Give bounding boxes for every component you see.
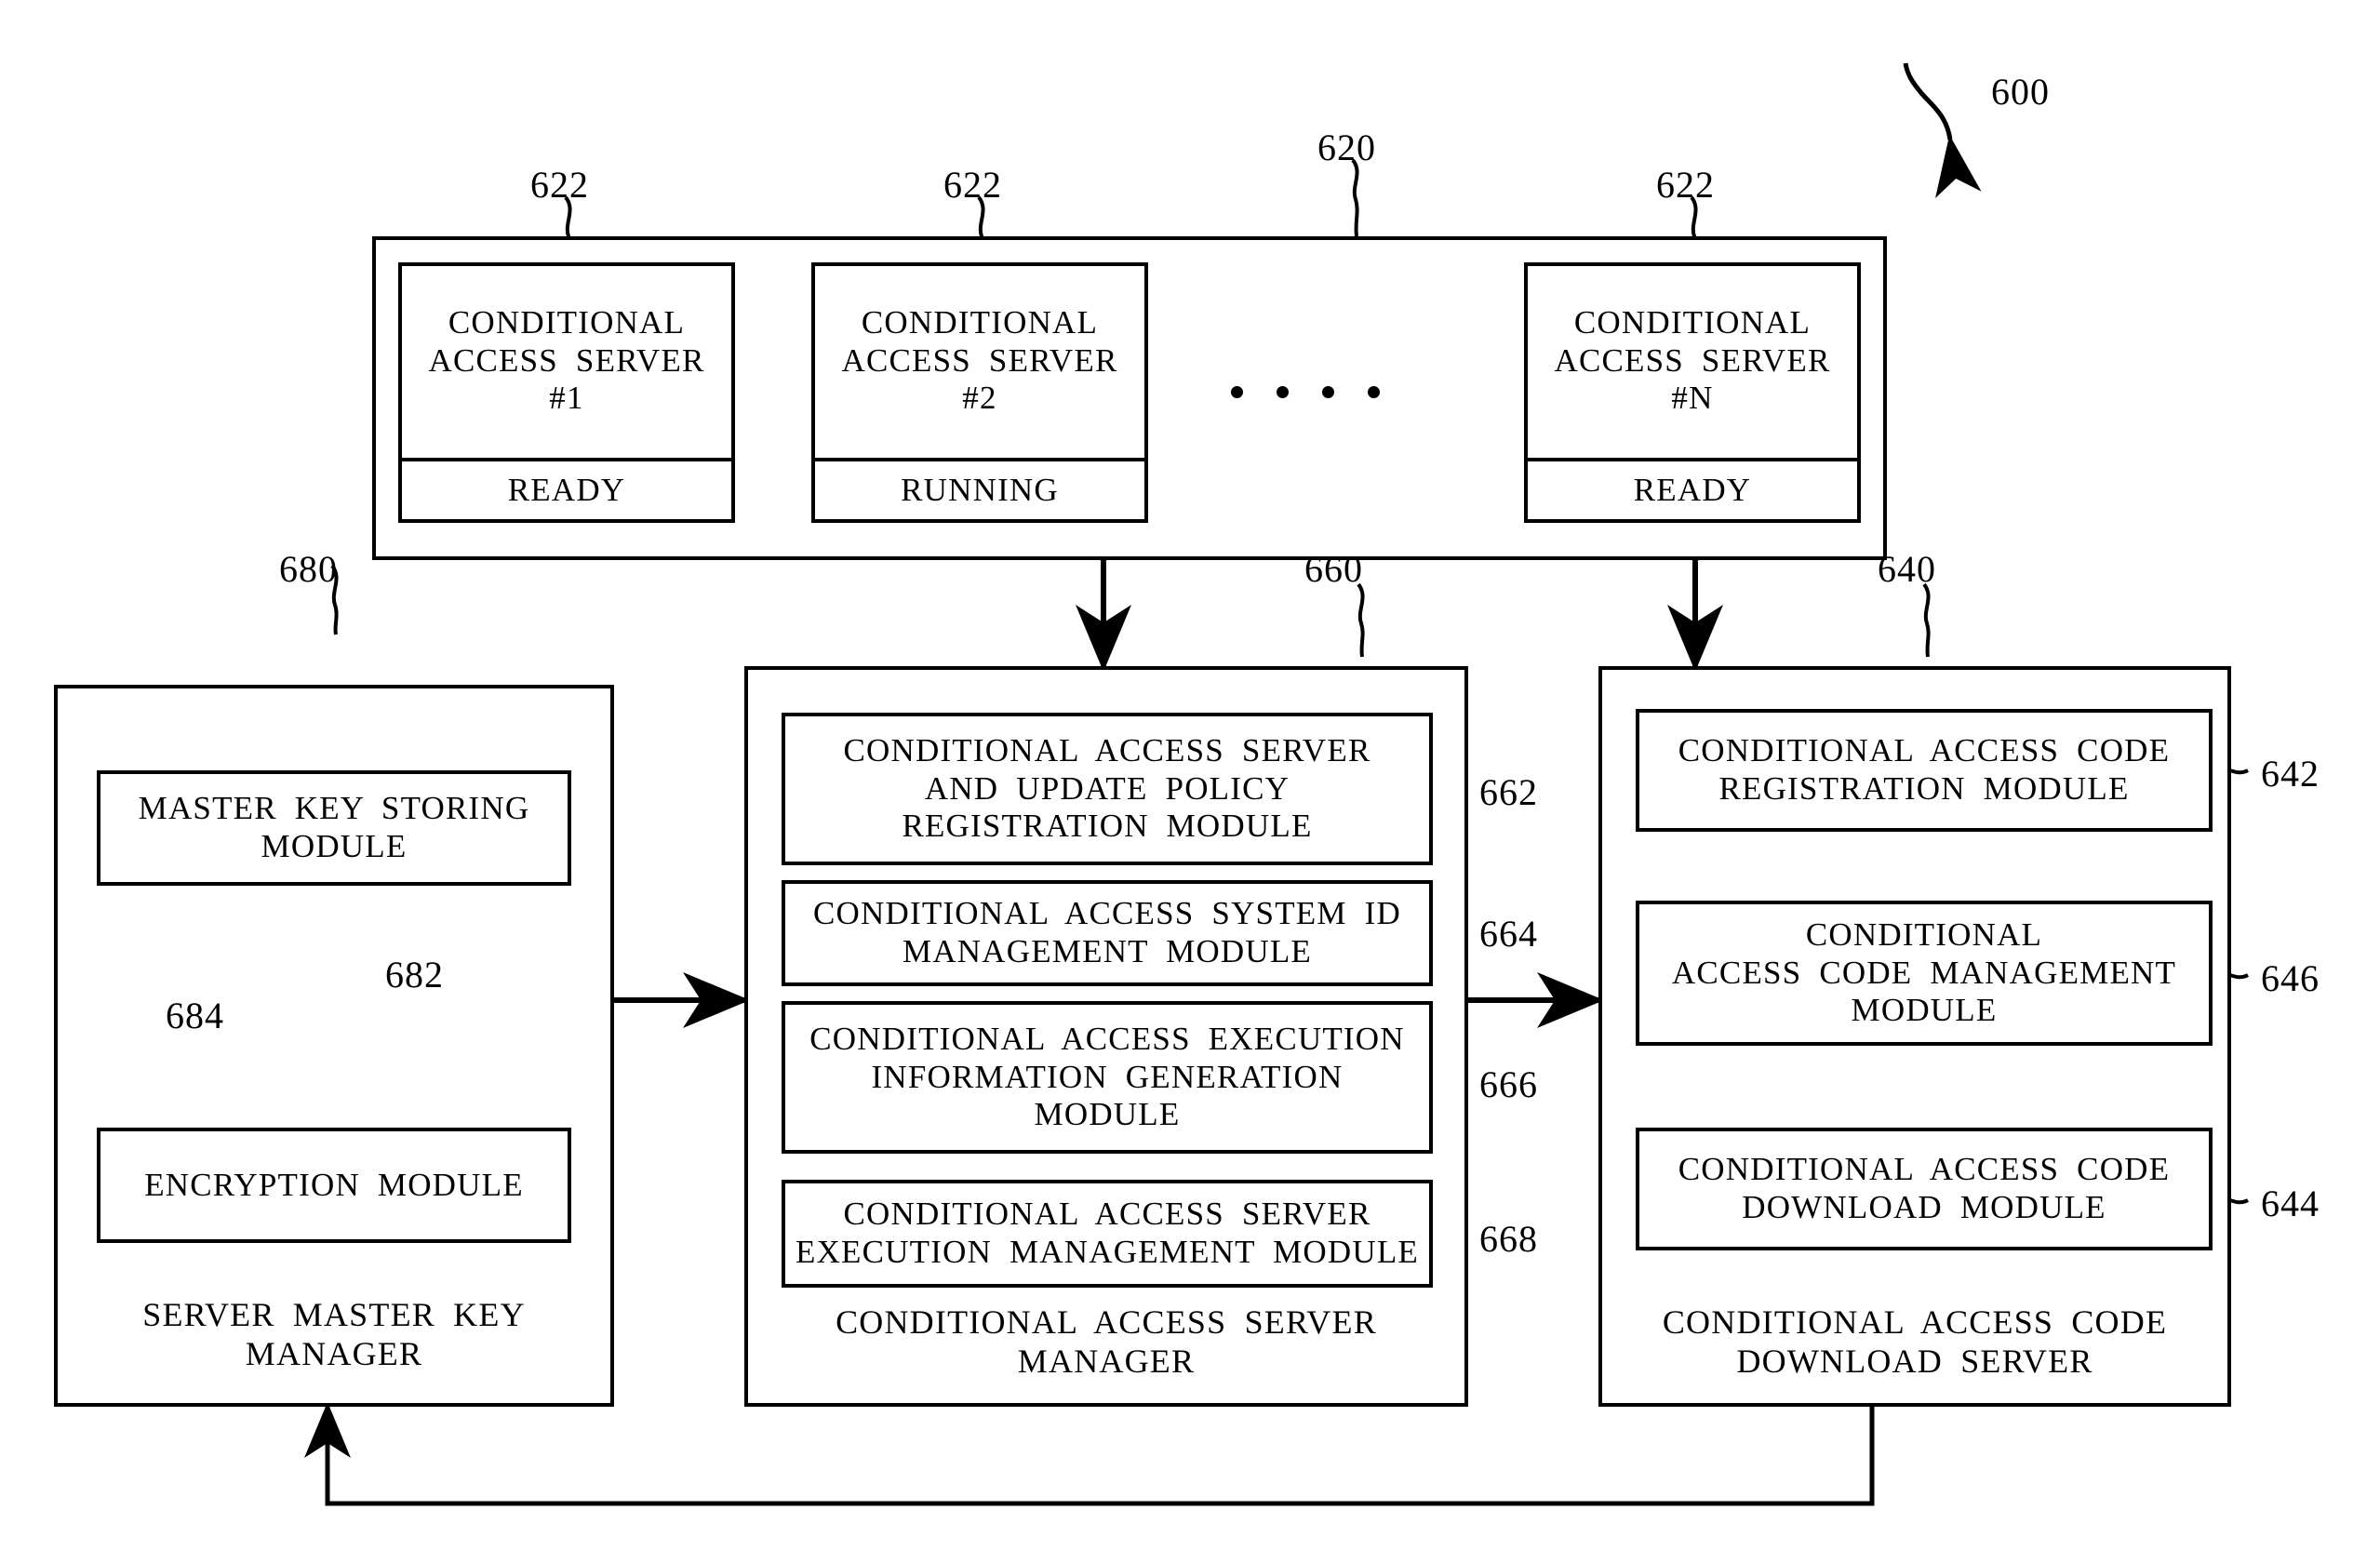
ellipsis-dot	[1231, 386, 1243, 398]
refnum-code-management-646: 646	[2261, 957, 2320, 999]
conditional-access-code-management-module[interactable]: CONDITIONAL ACCESS CODE MANAGEMENT MODUL…	[1636, 901, 2213, 1046]
server-and-update-policy-registration-module[interactable]: CONDITIONAL ACCESS SERVER AND UPDATE POL…	[782, 713, 1433, 865]
refnum-server-execution-management-668: 668	[1479, 1218, 1538, 1260]
conditional-access-execution-information-generation-module[interactable]: CONDITIONAL ACCESS EXECUTION INFORMATION…	[782, 1001, 1433, 1154]
refnum-code-download-server-640: 640	[1878, 548, 1936, 590]
refnum-system-id-management-664: 664	[1479, 913, 1538, 955]
conditional-access-code-download-server-label: CONDITIONAL ACCESS CODE DOWNLOAD SERVER	[1662, 1303, 2168, 1381]
refnum-master-key-storing-682: 682	[385, 954, 444, 995]
conditional-access-server-n-title: CONDITIONAL ACCESS SERVER #N	[1554, 304, 1831, 417]
refnum-ca-server-manager-660: 660	[1304, 548, 1363, 590]
refnum-server-622-n: 622	[1656, 164, 1715, 206]
ellipsis-dot	[1368, 386, 1380, 398]
patent-figure-600: CONDITIONAL ACCESS SERVER #1 READY CONDI…	[0, 0, 2380, 1550]
conditional-access-server-manager-label: CONDITIONAL ACCESS SERVER MANAGER	[836, 1303, 1377, 1381]
refnum-system-600: 600	[1991, 71, 2050, 113]
conditional-access-server-1-status: READY	[402, 458, 731, 519]
conditional-access-code-download-module[interactable]: CONDITIONAL ACCESS CODE DOWNLOAD MODULE	[1636, 1128, 2213, 1250]
refnum-code-download-644: 644	[2261, 1183, 2320, 1224]
encryption-module[interactable]: ENCRYPTION MODULE	[97, 1128, 571, 1243]
conditional-access-server-2-title: CONDITIONAL ACCESS SERVER #2	[841, 304, 1118, 417]
conditional-access-server-2-status: RUNNING	[815, 458, 1144, 519]
conditional-access-server-execution-management-module[interactable]: CONDITIONAL ACCESS SERVER EXECUTION MANA…	[782, 1180, 1433, 1288]
refnum-server-622-1: 622	[530, 164, 589, 206]
master-key-storing-module[interactable]: MASTER KEY STORING MODULE	[97, 770, 571, 886]
refnum-server-group-620: 620	[1317, 127, 1376, 168]
refnum-code-registration-642: 642	[2261, 753, 2320, 795]
conditional-access-server-n[interactable]: CONDITIONAL ACCESS SERVER #N READY	[1524, 262, 1861, 523]
conditional-access-server-1-title: CONDITIONAL ACCESS SERVER #1	[428, 304, 705, 417]
conditional-access-server-2[interactable]: CONDITIONAL ACCESS SERVER #2 RUNNING	[811, 262, 1148, 523]
server-master-key-manager-label: SERVER MASTER KEY MANAGER	[142, 1296, 526, 1373]
conditional-access-server-1[interactable]: CONDITIONAL ACCESS SERVER #1 READY	[398, 262, 735, 523]
server-ellipsis	[1231, 386, 1380, 398]
refnum-encryption-684: 684	[166, 995, 224, 1036]
refnum-server-622-2: 622	[943, 164, 1002, 206]
ellipsis-dot	[1322, 386, 1334, 398]
conditional-access-system-id-management-module[interactable]: CONDITIONAL ACCESS SYSTEM ID MANAGEMENT …	[782, 880, 1433, 986]
refnum-execution-info-generation-666: 666	[1479, 1063, 1538, 1105]
conditional-access-code-registration-module[interactable]: CONDITIONAL ACCESS CODE REGISTRATION MOD…	[1636, 709, 2213, 832]
ellipsis-dot	[1277, 386, 1289, 398]
conditional-access-server-n-status: READY	[1528, 458, 1857, 519]
refnum-key-manager-680: 680	[279, 548, 338, 590]
refnum-policy-registration-662: 662	[1479, 771, 1538, 813]
